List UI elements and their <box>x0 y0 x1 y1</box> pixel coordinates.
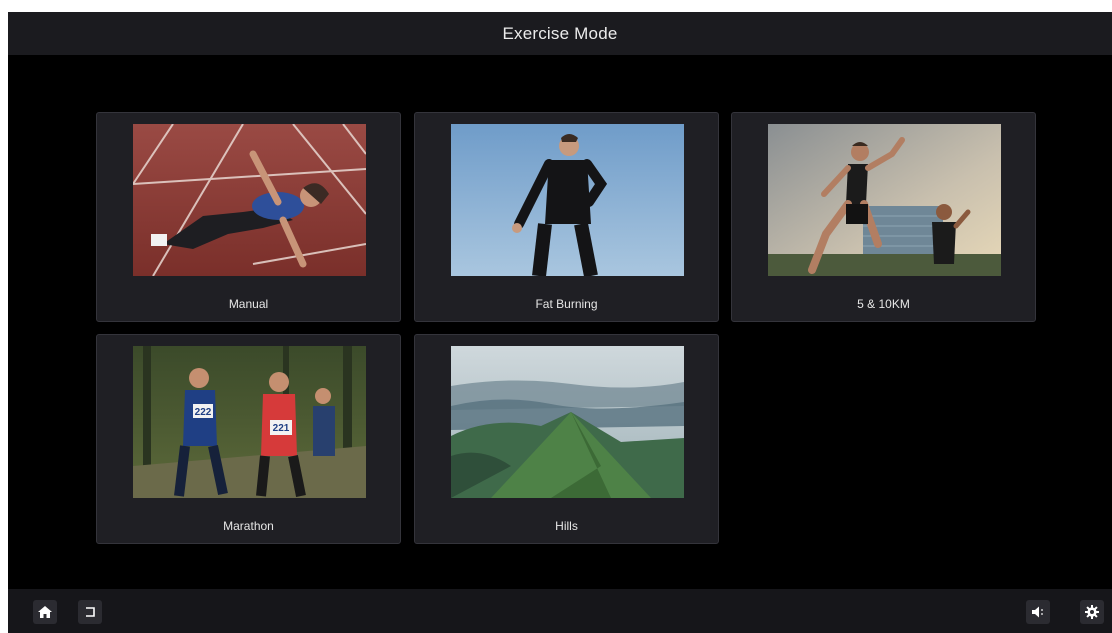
5-10km-thumbnail <box>768 124 1001 276</box>
back-button[interactable] <box>78 600 102 624</box>
bib-221: 221 <box>273 423 290 434</box>
bib-222: 222 <box>195 407 212 418</box>
mode-label-marathon: Marathon <box>223 519 274 533</box>
header-bar: Exercise Mode <box>8 12 1112 55</box>
mode-label-5-10km: 5 & 10KM <box>857 297 910 311</box>
volume-icon <box>1032 606 1043 618</box>
back-icon <box>86 607 95 617</box>
volume-button[interactable] <box>1026 600 1050 624</box>
mode-label-hills: Hills <box>555 519 578 533</box>
settings-button[interactable] <box>1080 600 1104 624</box>
home-icon <box>38 606 52 618</box>
page-title: Exercise Mode <box>502 23 618 43</box>
misty-mountains-photo <box>451 346 684 498</box>
bottom-bar <box>8 589 1112 633</box>
mode-label-manual: Manual <box>228 297 269 311</box>
track-stretching-photo <box>133 124 366 276</box>
manual-thumbnail <box>133 124 366 276</box>
hills-thumbnail <box>451 346 684 498</box>
marathon-runners-photo: 222 221 <box>133 346 366 498</box>
gear-icon <box>1085 605 1099 619</box>
exercise-mode-screen: Exercise Mode Manual Fat Burning 5 & 10K… <box>8 12 1112 633</box>
home-button[interactable] <box>33 600 57 624</box>
city-runners-photo <box>768 124 1001 276</box>
mode-card-fat-burning[interactable]: Fat Burning <box>414 112 719 322</box>
marathon-thumbnail: 222 221 <box>133 346 366 498</box>
fat-burning-thumbnail <box>451 124 684 276</box>
mode-card-5-10km[interactable]: 5 & 10KM <box>731 112 1036 322</box>
mode-card-marathon[interactable]: 222 221 Marathon <box>96 334 401 544</box>
mode-card-hills[interactable]: Hills <box>414 334 719 544</box>
mode-label-fat-burning: Fat Burning <box>535 297 598 311</box>
mode-card-manual[interactable]: Manual <box>96 112 401 322</box>
mode-grid: Manual Fat Burning 5 & 10KM 222 221 Mara… <box>96 112 1040 546</box>
runner-sky-photo <box>451 124 684 276</box>
